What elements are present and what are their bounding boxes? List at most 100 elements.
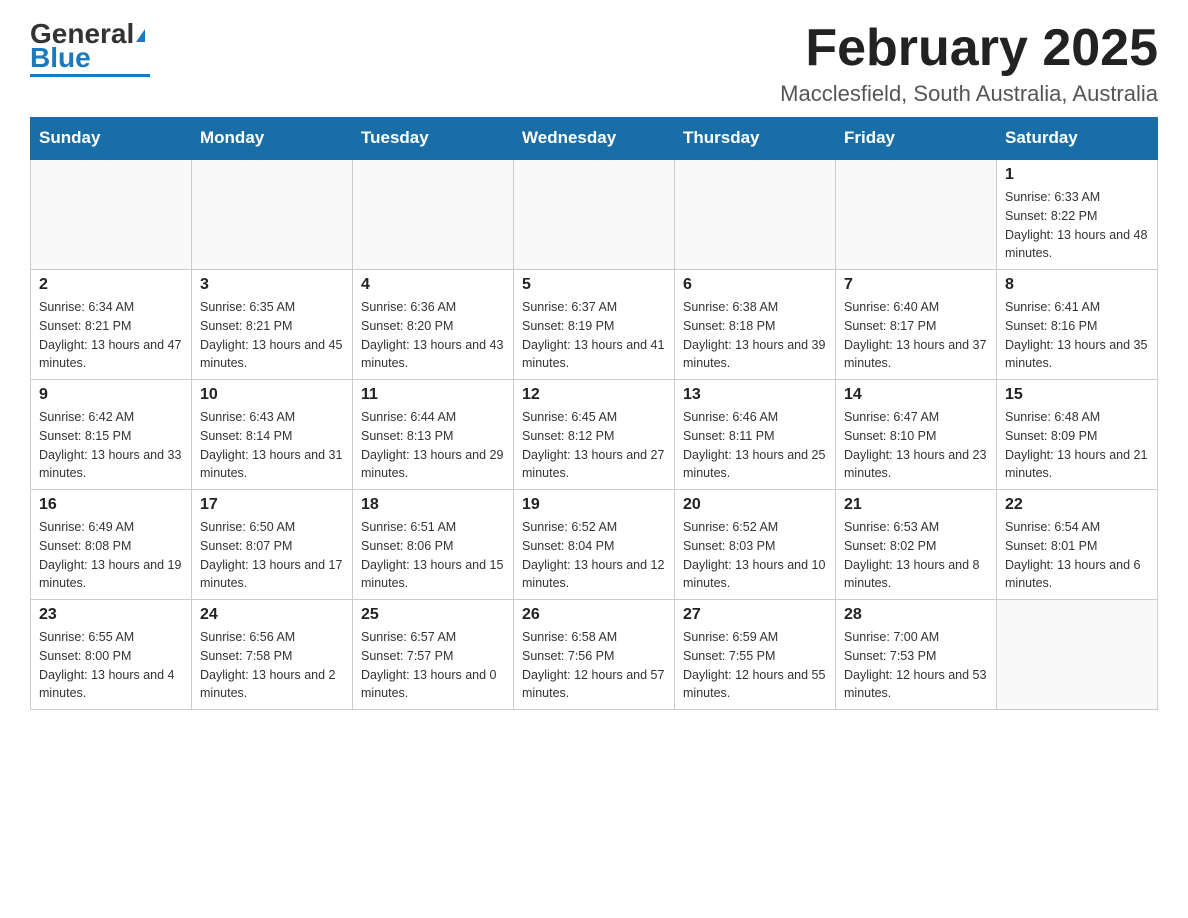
day-number: 4	[361, 276, 505, 294]
day-info: Sunrise: 6:47 AMSunset: 8:10 PMDaylight:…	[844, 408, 988, 483]
calendar-cell: 21 Sunrise: 6:53 AMSunset: 8:02 PMDayligh…	[836, 490, 997, 600]
col-saturday: Saturday	[997, 118, 1158, 160]
day-number: 6	[683, 276, 827, 294]
day-number: 17	[200, 496, 344, 514]
day-info: Sunrise: 6:33 AMSunset: 8:22 PMDaylight:…	[1005, 188, 1149, 263]
col-friday: Friday	[836, 118, 997, 160]
day-info: Sunrise: 6:48 AMSunset: 8:09 PMDaylight:…	[1005, 408, 1149, 483]
day-info: Sunrise: 6:44 AMSunset: 8:13 PMDaylight:…	[361, 408, 505, 483]
day-info: Sunrise: 6:35 AMSunset: 8:21 PMDaylight:…	[200, 298, 344, 373]
day-number: 14	[844, 386, 988, 404]
calendar-cell: 19 Sunrise: 6:52 AMSunset: 8:04 PMDayligh…	[514, 490, 675, 600]
calendar-header: Sunday Monday Tuesday Wednesday Thursday…	[31, 118, 1158, 160]
calendar-cell: 9 Sunrise: 6:42 AMSunset: 8:15 PMDaylight…	[31, 380, 192, 490]
day-info: Sunrise: 6:36 AMSunset: 8:20 PMDaylight:…	[361, 298, 505, 373]
day-info: Sunrise: 6:41 AMSunset: 8:16 PMDaylight:…	[1005, 298, 1149, 373]
logo-blue: Blue	[30, 44, 91, 72]
calendar-cell: 16Sunrise: 6:49 AMSunset: 8:08 PMDayligh…	[31, 490, 192, 600]
calendar-cell: 2 Sunrise: 6:34 AMSunset: 8:21 PMDaylight…	[31, 270, 192, 380]
calendar-cell	[353, 159, 514, 270]
day-number: 5	[522, 276, 666, 294]
day-info: Sunrise: 6:58 AMSunset: 7:56 PMDaylight:…	[522, 628, 666, 703]
calendar-cell: 20 Sunrise: 6:52 AMSunset: 8:03 PMDayligh…	[675, 490, 836, 600]
calendar-cell: 27 Sunrise: 6:59 AMSunset: 7:55 PMDayligh…	[675, 600, 836, 710]
day-info: Sunrise: 6:50 AMSunset: 8:07 PMDaylight:…	[200, 518, 344, 593]
day-info: Sunrise: 6:46 AMSunset: 8:11 PMDaylight:…	[683, 408, 827, 483]
calendar-cell: 10 Sunrise: 6:43 AMSunset: 8:14 PMDayligh…	[192, 380, 353, 490]
calendar-cell: 3 Sunrise: 6:35 AMSunset: 8:21 PMDaylight…	[192, 270, 353, 380]
calendar-week-3: 9 Sunrise: 6:42 AMSunset: 8:15 PMDaylight…	[31, 380, 1158, 490]
day-info: Sunrise: 6:59 AMSunset: 7:55 PMDaylight:…	[683, 628, 827, 703]
day-number: 20	[683, 496, 827, 514]
calendar-cell	[514, 159, 675, 270]
calendar-cell	[675, 159, 836, 270]
title-block: February 2025 Macclesfield, South Austra…	[780, 20, 1158, 107]
calendar-cell: 13Sunrise: 6:46 AMSunset: 8:11 PMDayligh…	[675, 380, 836, 490]
calendar-cell: 23 Sunrise: 6:55 AMSunset: 8:00 PMDayligh…	[31, 600, 192, 710]
day-number: 1	[1005, 166, 1149, 184]
day-number: 2	[39, 276, 183, 294]
calendar-cell: 15 Sunrise: 6:48 AMSunset: 8:09 PMDayligh…	[997, 380, 1158, 490]
day-number: 18	[361, 496, 505, 514]
day-info: Sunrise: 6:42 AMSunset: 8:15 PMDaylight:…	[39, 408, 183, 483]
calendar-cell: 6 Sunrise: 6:38 AMSunset: 8:18 PMDaylight…	[675, 270, 836, 380]
day-info: Sunrise: 6:49 AMSunset: 8:08 PMDaylight:…	[39, 518, 183, 593]
col-sunday: Sunday	[31, 118, 192, 160]
calendar-cell: 1 Sunrise: 6:33 AMSunset: 8:22 PMDaylight…	[997, 159, 1158, 270]
day-info: Sunrise: 6:52 AMSunset: 8:03 PMDaylight:…	[683, 518, 827, 593]
day-number: 21	[844, 496, 988, 514]
calendar-body: 1 Sunrise: 6:33 AMSunset: 8:22 PMDaylight…	[31, 159, 1158, 710]
day-number: 12	[522, 386, 666, 404]
calendar-table: Sunday Monday Tuesday Wednesday Thursday…	[30, 117, 1158, 710]
day-info: Sunrise: 6:56 AMSunset: 7:58 PMDaylight:…	[200, 628, 344, 703]
logo: General Blue	[30, 20, 150, 77]
calendar-cell: 28 Sunrise: 7:00 AMSunset: 7:53 PMDayligh…	[836, 600, 997, 710]
calendar-cell: 17 Sunrise: 6:50 AMSunset: 8:07 PMDayligh…	[192, 490, 353, 600]
calendar-cell: 7 Sunrise: 6:40 AMSunset: 8:17 PMDaylight…	[836, 270, 997, 380]
day-number: 10	[200, 386, 344, 404]
calendar-subtitle: Macclesfield, South Australia, Australia	[780, 81, 1158, 107]
calendar-cell: 11 Sunrise: 6:44 AMSunset: 8:13 PMDayligh…	[353, 380, 514, 490]
day-number: 19	[522, 496, 666, 514]
calendar-cell: 4 Sunrise: 6:36 AMSunset: 8:20 PMDaylight…	[353, 270, 514, 380]
day-info: Sunrise: 6:51 AMSunset: 8:06 PMDaylight:…	[361, 518, 505, 593]
calendar-cell: 5 Sunrise: 6:37 AMSunset: 8:19 PMDaylight…	[514, 270, 675, 380]
day-number: 8	[1005, 276, 1149, 294]
calendar-week-1: 1 Sunrise: 6:33 AMSunset: 8:22 PMDaylight…	[31, 159, 1158, 270]
calendar-week-5: 23 Sunrise: 6:55 AMSunset: 8:00 PMDayligh…	[31, 600, 1158, 710]
calendar-cell	[836, 159, 997, 270]
day-info: Sunrise: 6:38 AMSunset: 8:18 PMDaylight:…	[683, 298, 827, 373]
calendar-cell: 14 Sunrise: 6:47 AMSunset: 8:10 PMDayligh…	[836, 380, 997, 490]
day-number: 23	[39, 606, 183, 624]
page-header: General Blue February 2025 Macclesfield,…	[30, 20, 1158, 107]
day-number: 15	[1005, 386, 1149, 404]
col-tuesday: Tuesday	[353, 118, 514, 160]
day-info: Sunrise: 6:34 AMSunset: 8:21 PMDaylight:…	[39, 298, 183, 373]
calendar-title: February 2025	[780, 20, 1158, 77]
day-info: Sunrise: 6:37 AMSunset: 8:19 PMDaylight:…	[522, 298, 666, 373]
day-number: 3	[200, 276, 344, 294]
day-info: Sunrise: 6:40 AMSunset: 8:17 PMDaylight:…	[844, 298, 988, 373]
day-info: Sunrise: 6:43 AMSunset: 8:14 PMDaylight:…	[200, 408, 344, 483]
day-number: 28	[844, 606, 988, 624]
day-info: Sunrise: 6:55 AMSunset: 8:00 PMDaylight:…	[39, 628, 183, 703]
calendar-cell: 18 Sunrise: 6:51 AMSunset: 8:06 PMDayligh…	[353, 490, 514, 600]
logo-underline	[30, 74, 150, 77]
calendar-cell	[192, 159, 353, 270]
calendar-cell: 22Sunrise: 6:54 AMSunset: 8:01 PMDayligh…	[997, 490, 1158, 600]
day-number: 11	[361, 386, 505, 404]
calendar-cell: 8 Sunrise: 6:41 AMSunset: 8:16 PMDaylight…	[997, 270, 1158, 380]
calendar-cell	[31, 159, 192, 270]
calendar-week-2: 2 Sunrise: 6:34 AMSunset: 8:21 PMDaylight…	[31, 270, 1158, 380]
day-info: Sunrise: 6:52 AMSunset: 8:04 PMDaylight:…	[522, 518, 666, 593]
calendar-cell: 24 Sunrise: 6:56 AMSunset: 7:58 PMDayligh…	[192, 600, 353, 710]
day-number: 22	[1005, 496, 1149, 514]
day-info: Sunrise: 7:00 AMSunset: 7:53 PMDaylight:…	[844, 628, 988, 703]
day-number: 9	[39, 386, 183, 404]
day-number: 27	[683, 606, 827, 624]
day-number: 26	[522, 606, 666, 624]
calendar-cell: 25Sunrise: 6:57 AMSunset: 7:57 PMDayligh…	[353, 600, 514, 710]
day-number: 7	[844, 276, 988, 294]
day-number: 24	[200, 606, 344, 624]
day-info: Sunrise: 6:53 AMSunset: 8:02 PMDaylight:…	[844, 518, 988, 593]
